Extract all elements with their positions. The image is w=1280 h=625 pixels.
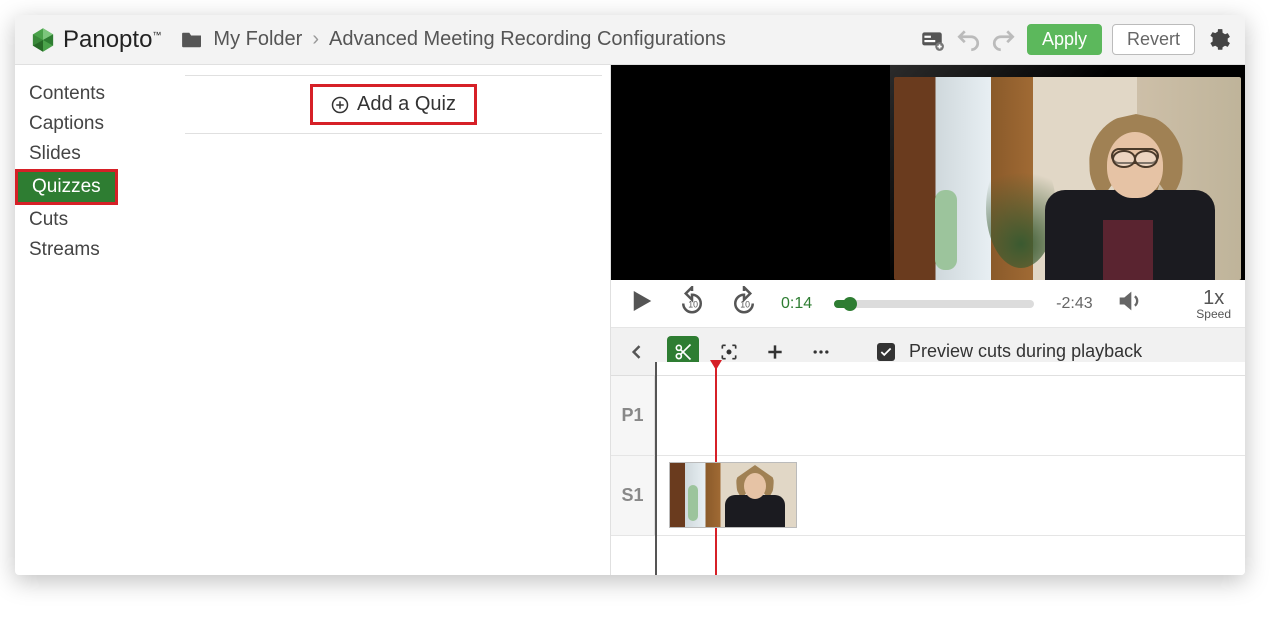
undo-button[interactable] [955,27,981,53]
sidebar-item-cuts[interactable]: Cuts [15,205,165,235]
captions-service-icon[interactable] [919,27,945,53]
plus-circle-icon [331,96,349,114]
more-horizontal-icon [811,342,831,362]
add-quiz-button[interactable]: Add a Quiz [310,84,477,125]
breadcrumb-separator-icon: › [312,28,319,51]
sidebar: Contents Captions Slides Quizzes Cuts St… [15,65,165,575]
playback-remaining-time: -2:43 [1056,295,1092,313]
playback-current-time: 0:14 [781,295,812,313]
skip-forward-10-button[interactable]: 10 [729,286,759,321]
playback-progress-bar[interactable] [834,300,1034,308]
gear-icon [1205,27,1231,53]
folder-icon[interactable] [181,31,203,49]
annotation-highlight-box: Quizzes [15,169,118,205]
svg-text:10: 10 [688,299,698,309]
volume-button[interactable] [1115,287,1143,320]
panopto-logo-icon [29,26,57,54]
preview-cuts-label: Preview cuts during playback [909,341,1142,362]
sidebar-item-quizzes[interactable]: Quizzes [18,172,115,202]
playback-speed-value: 1x [1196,288,1231,308]
apply-button[interactable]: Apply [1027,24,1102,55]
settings-button[interactable] [1205,27,1231,53]
brand-name: Panopto™ [63,26,161,54]
video-frame [890,65,1245,280]
video-player[interactable] [611,65,1245,280]
svg-text:10: 10 [740,299,750,309]
crosshair-icon [719,342,739,362]
quiz-list-panel: Add a Quiz [165,65,611,575]
scissors-icon [673,342,693,362]
brand-logo: Panopto™ [29,26,161,54]
breadcrumb-folder[interactable]: My Folder [213,28,302,51]
sidebar-item-streams[interactable]: Streams [15,235,165,265]
plus-icon [765,342,785,362]
video-editor-panel: 10 10 0:14 -2:43 1x Speed [611,65,1245,575]
app-window: Panopto™ My Folder › Advanced Meeting Re… [15,15,1245,575]
collapse-toolbar-button[interactable] [621,336,653,368]
playback-speed-button[interactable]: 1x Speed [1196,288,1231,320]
playback-controls: 10 10 0:14 -2:43 1x Speed [611,280,1245,328]
timeline-track-s1[interactable]: S1 [611,456,1245,536]
revert-button[interactable]: Revert [1112,24,1195,55]
preview-cuts-checkbox[interactable] [877,343,895,361]
timeline-ruler[interactable] [655,362,1245,376]
skip-back-10-button[interactable]: 10 [677,286,707,321]
play-button[interactable] [625,286,655,321]
topbar: Panopto™ My Folder › Advanced Meeting Re… [15,15,1245,65]
add-quiz-label: Add a Quiz [357,93,456,116]
track-label: P1 [611,376,655,455]
track-label: S1 [611,456,655,535]
breadcrumb-session-title: Advanced Meeting Recording Configuration… [329,28,726,51]
check-icon [879,345,893,359]
timeline[interactable]: P1 S1 [611,376,1245,575]
sidebar-item-slides[interactable]: Slides [15,139,165,169]
playback-speed-label: Speed [1196,308,1231,320]
redo-button[interactable] [991,27,1017,53]
timeline-clip[interactable] [669,462,797,528]
sidebar-item-captions[interactable]: Captions [15,109,165,139]
timeline-track-p1[interactable]: P1 [611,376,1245,456]
sidebar-item-contents[interactable]: Contents [15,79,165,109]
